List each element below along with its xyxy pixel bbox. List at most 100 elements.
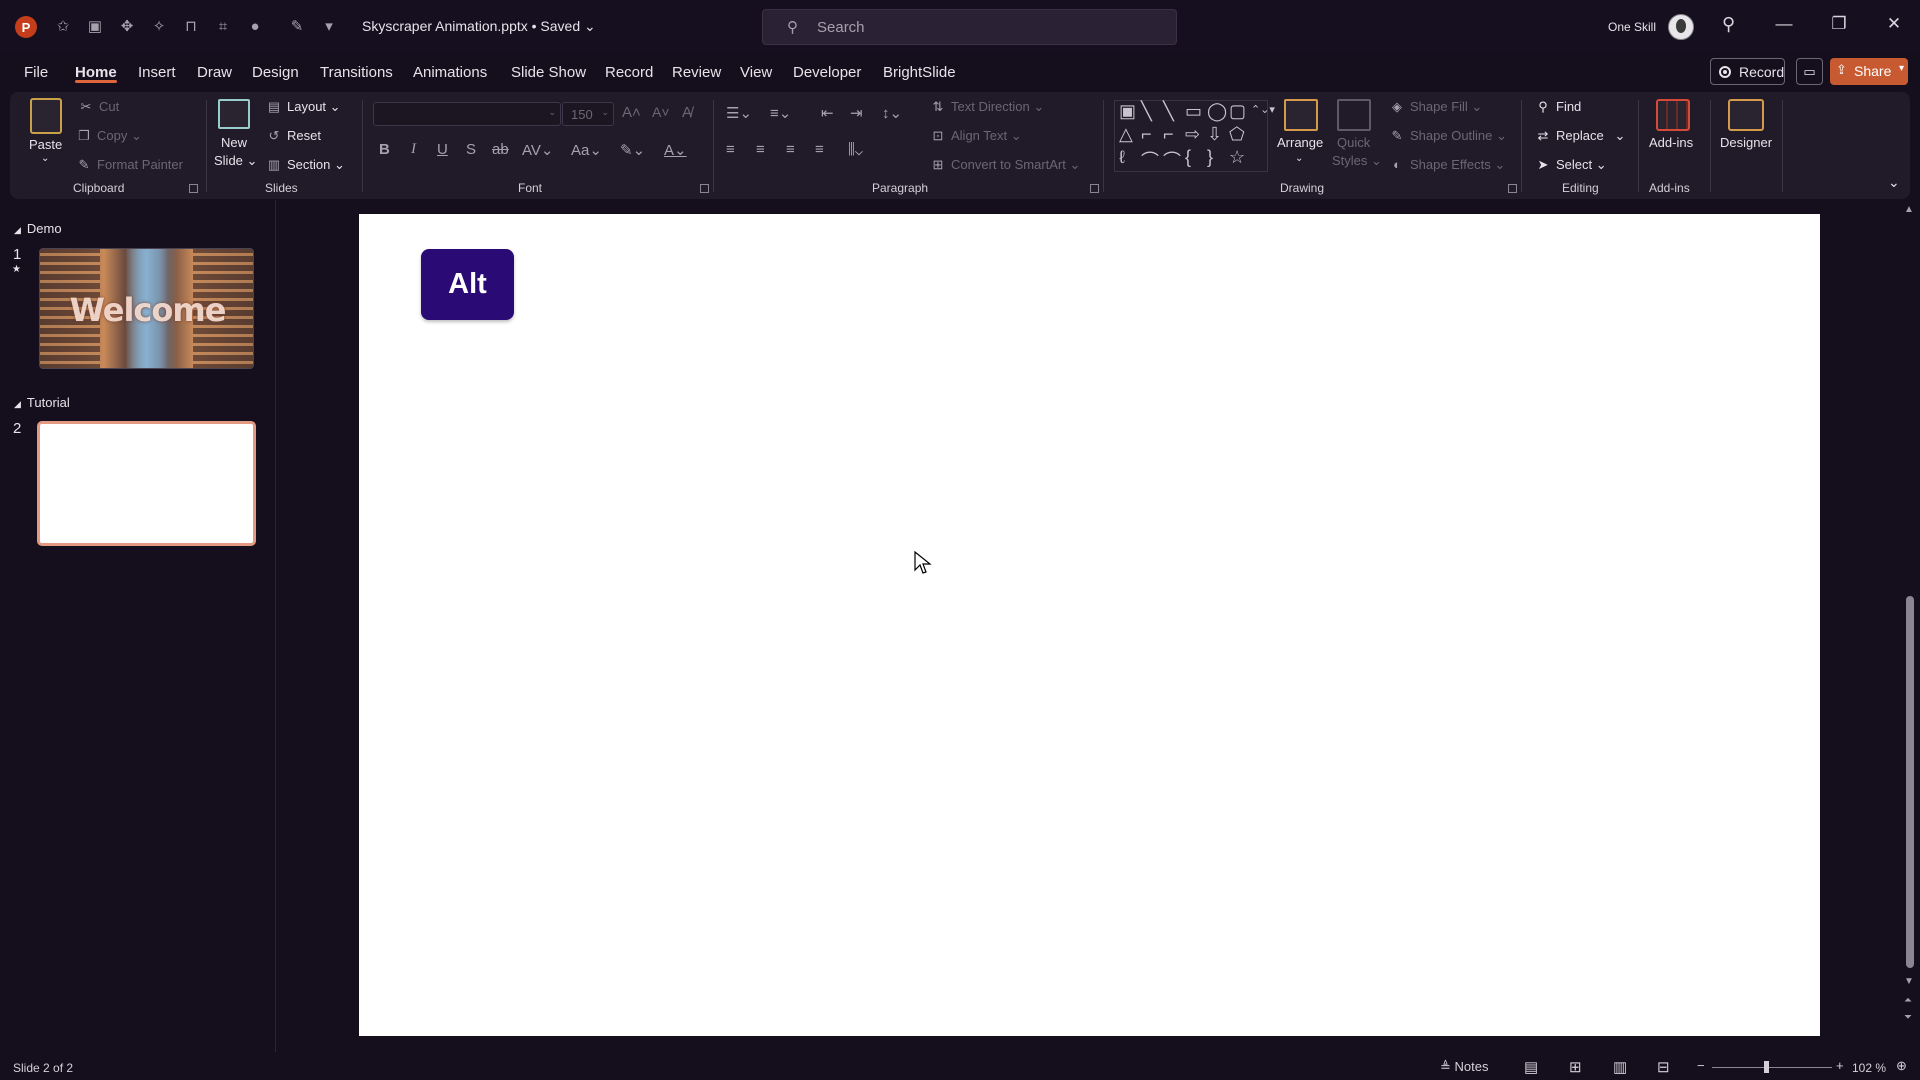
- gallery-more-icon[interactable]: ⌃⌄▾: [1251, 103, 1275, 116]
- freeform-shape-icon[interactable]: ℓ: [1119, 147, 1125, 168]
- minimize-button[interactable]: —: [1770, 14, 1798, 40]
- bullets-icon[interactable]: ☰⌄: [726, 104, 752, 122]
- restore-button[interactable]: ❐: [1825, 14, 1853, 40]
- scroll-down-icon[interactable]: ▼: [1904, 976, 1914, 987]
- rectangle-shape-icon[interactable]: ▭: [1185, 101, 1202, 122]
- tab-draw[interactable]: Draw: [197, 64, 232, 81]
- customize-qat-icon[interactable]: ▾: [318, 15, 340, 37]
- text-direction-button[interactable]: ⇅ Text Direction ⌄: [930, 99, 1045, 115]
- shape-outline-button[interactable]: ✎ Shape Outline ⌄: [1389, 128, 1507, 144]
- paste-icon[interactable]: [30, 98, 62, 134]
- tab-view[interactable]: View: [740, 64, 772, 81]
- rounded-rect-shape-icon[interactable]: ▢: [1229, 101, 1246, 122]
- user-name[interactable]: One Skill: [1608, 20, 1656, 34]
- highlight-icon[interactable]: ✎⌄: [620, 141, 645, 159]
- designer-button[interactable]: Designer: [1720, 135, 1772, 150]
- align-center-icon[interactable]: ≡: [756, 141, 765, 158]
- strikethrough-icon[interactable]: ab: [492, 141, 509, 158]
- scroll-up-icon[interactable]: ▲: [1904, 204, 1914, 215]
- share-button[interactable]: ⇪ Share ▾: [1830, 58, 1908, 85]
- format-painter-button[interactable]: ✎ Format Painter: [76, 157, 183, 173]
- dialog-launcher-icon[interactable]: [700, 184, 709, 193]
- avatar[interactable]: [1668, 14, 1694, 40]
- right-arrow-shape-icon[interactable]: ⇨: [1185, 124, 1200, 145]
- underline-icon[interactable]: U: [437, 141, 448, 158]
- shadow-icon[interactable]: S: [466, 141, 476, 158]
- reset-button[interactable]: ↺ Reset: [266, 128, 321, 144]
- line-spacing-icon[interactable]: ↕⌄: [882, 104, 902, 122]
- zoom-level[interactable]: 102 %: [1852, 1061, 1886, 1075]
- dialog-launcher-icon[interactable]: [189, 184, 198, 193]
- italic-icon[interactable]: I: [411, 141, 416, 158]
- slide-sorter-icon[interactable]: ⊞: [1569, 1058, 1582, 1076]
- tab-review[interactable]: Review: [672, 64, 721, 81]
- tab-slide-show[interactable]: Slide Show: [511, 64, 586, 81]
- slide-thumbnail-2[interactable]: [37, 421, 256, 546]
- notes-button[interactable]: ≜ Notes: [1440, 1059, 1488, 1075]
- elbow-connector-icon[interactable]: ⌐: [1141, 124, 1152, 145]
- find-button[interactable]: ⚲ Find: [1535, 99, 1581, 115]
- line-shape-icon[interactable]: ╲: [1141, 101, 1152, 122]
- zoom-in-icon[interactable]: +: [1836, 1058, 1844, 1073]
- picture-icon[interactable]: ▣: [84, 15, 106, 37]
- tab-insert[interactable]: Insert: [138, 64, 176, 81]
- clear-formatting-icon[interactable]: A̸: [682, 104, 692, 121]
- replace-button[interactable]: ⇄ Replace ⌄: [1535, 128, 1626, 144]
- arrow-line-shape-icon[interactable]: ╲: [1163, 101, 1174, 122]
- new-slide-icon[interactable]: [218, 99, 250, 129]
- pen-icon[interactable]: ✎: [286, 15, 308, 37]
- textbox-shape-icon[interactable]: ▣: [1119, 101, 1136, 122]
- copy-button[interactable]: ❐ Copy ⌄: [76, 128, 142, 144]
- normal-view-icon[interactable]: ▤: [1524, 1058, 1538, 1076]
- paste-button[interactable]: Paste: [29, 137, 62, 152]
- align-text-button[interactable]: ⊡ Align Text ⌄: [930, 128, 1022, 144]
- shape-effects-button[interactable]: ◐ Shape Effects ⌄: [1389, 157, 1505, 173]
- chevron-down-icon[interactable]: ⌄: [41, 153, 49, 164]
- character-spacing-icon[interactable]: AV⌄: [522, 141, 553, 159]
- zoom-out-icon[interactable]: −: [1697, 1058, 1705, 1073]
- select-button[interactable]: ➤ Select ⌄: [1535, 157, 1607, 173]
- tab-design[interactable]: Design: [252, 64, 299, 81]
- add-ins-icon[interactable]: [1656, 99, 1690, 131]
- down-arrow-shape-icon[interactable]: ⇩: [1207, 124, 1222, 145]
- elbow-arrow-icon[interactable]: ⌐: [1163, 124, 1174, 145]
- tab-home[interactable]: Home: [75, 64, 117, 81]
- convert-smartart-button[interactable]: ⊞ Convert to SmartArt ⌄: [930, 157, 1081, 173]
- align-icon[interactable]: ⊓: [180, 15, 202, 37]
- cut-button[interactable]: ✂ Cut: [78, 99, 120, 115]
- add-ins-button[interactable]: Add-ins: [1649, 135, 1693, 150]
- slideshow-view-icon[interactable]: ⊟: [1657, 1058, 1670, 1076]
- align-left-icon[interactable]: ≡: [726, 141, 735, 158]
- section-button[interactable]: ▥ Section ⌄: [266, 157, 345, 173]
- scrollbar-thumb[interactable]: [1906, 596, 1914, 968]
- document-title[interactable]: Skyscraper Animation.pptx • Saved ⌄: [362, 18, 596, 35]
- move-icon[interactable]: ✥: [116, 15, 138, 37]
- section-tutorial[interactable]: ◢ Tutorial: [14, 395, 70, 410]
- oval-shape-icon[interactable]: ◯: [1207, 101, 1227, 122]
- tab-animations[interactable]: Animations: [413, 64, 487, 81]
- left-brace-shape-icon[interactable]: {: [1185, 147, 1191, 168]
- crop-icon[interactable]: ⌗: [212, 15, 234, 37]
- align-right-icon[interactable]: ≡: [786, 141, 795, 158]
- designer-icon[interactable]: [1728, 99, 1764, 131]
- tab-record[interactable]: Record: [605, 64, 653, 81]
- new-slide-button-line2[interactable]: Slide ⌄: [214, 153, 257, 169]
- slide-thumbnail-1[interactable]: Welcome: [39, 248, 254, 369]
- autosave-icon[interactable]: ✩: [52, 15, 74, 37]
- triangle-shape-icon[interactable]: △: [1119, 124, 1133, 145]
- justify-icon[interactable]: ≡: [815, 141, 824, 158]
- layout-button[interactable]: ▤ Layout ⌄: [266, 99, 341, 115]
- flowchart-shape-icon[interactable]: ⬠: [1229, 124, 1245, 145]
- close-button[interactable]: ✕: [1880, 14, 1908, 40]
- arrange-button[interactable]: Arrange: [1277, 135, 1323, 150]
- previous-slide-icon[interactable]: ⏶: [1904, 995, 1912, 1006]
- tab-brightslide[interactable]: BrightSlide: [883, 64, 956, 81]
- chevron-down-icon[interactable]: ⌄: [1295, 153, 1303, 164]
- comments-button[interactable]: ▭: [1796, 58, 1823, 85]
- shapes-icon[interactable]: ●: [244, 15, 266, 37]
- lightbulb-icon[interactable]: ⚲: [1722, 14, 1735, 35]
- numbering-icon[interactable]: ≡⌄: [770, 104, 791, 122]
- grow-font-icon[interactable]: A˄: [622, 104, 641, 121]
- section-demo[interactable]: ◢ Demo: [14, 221, 62, 236]
- collapse-ribbon-icon[interactable]: ⌄: [1888, 174, 1900, 191]
